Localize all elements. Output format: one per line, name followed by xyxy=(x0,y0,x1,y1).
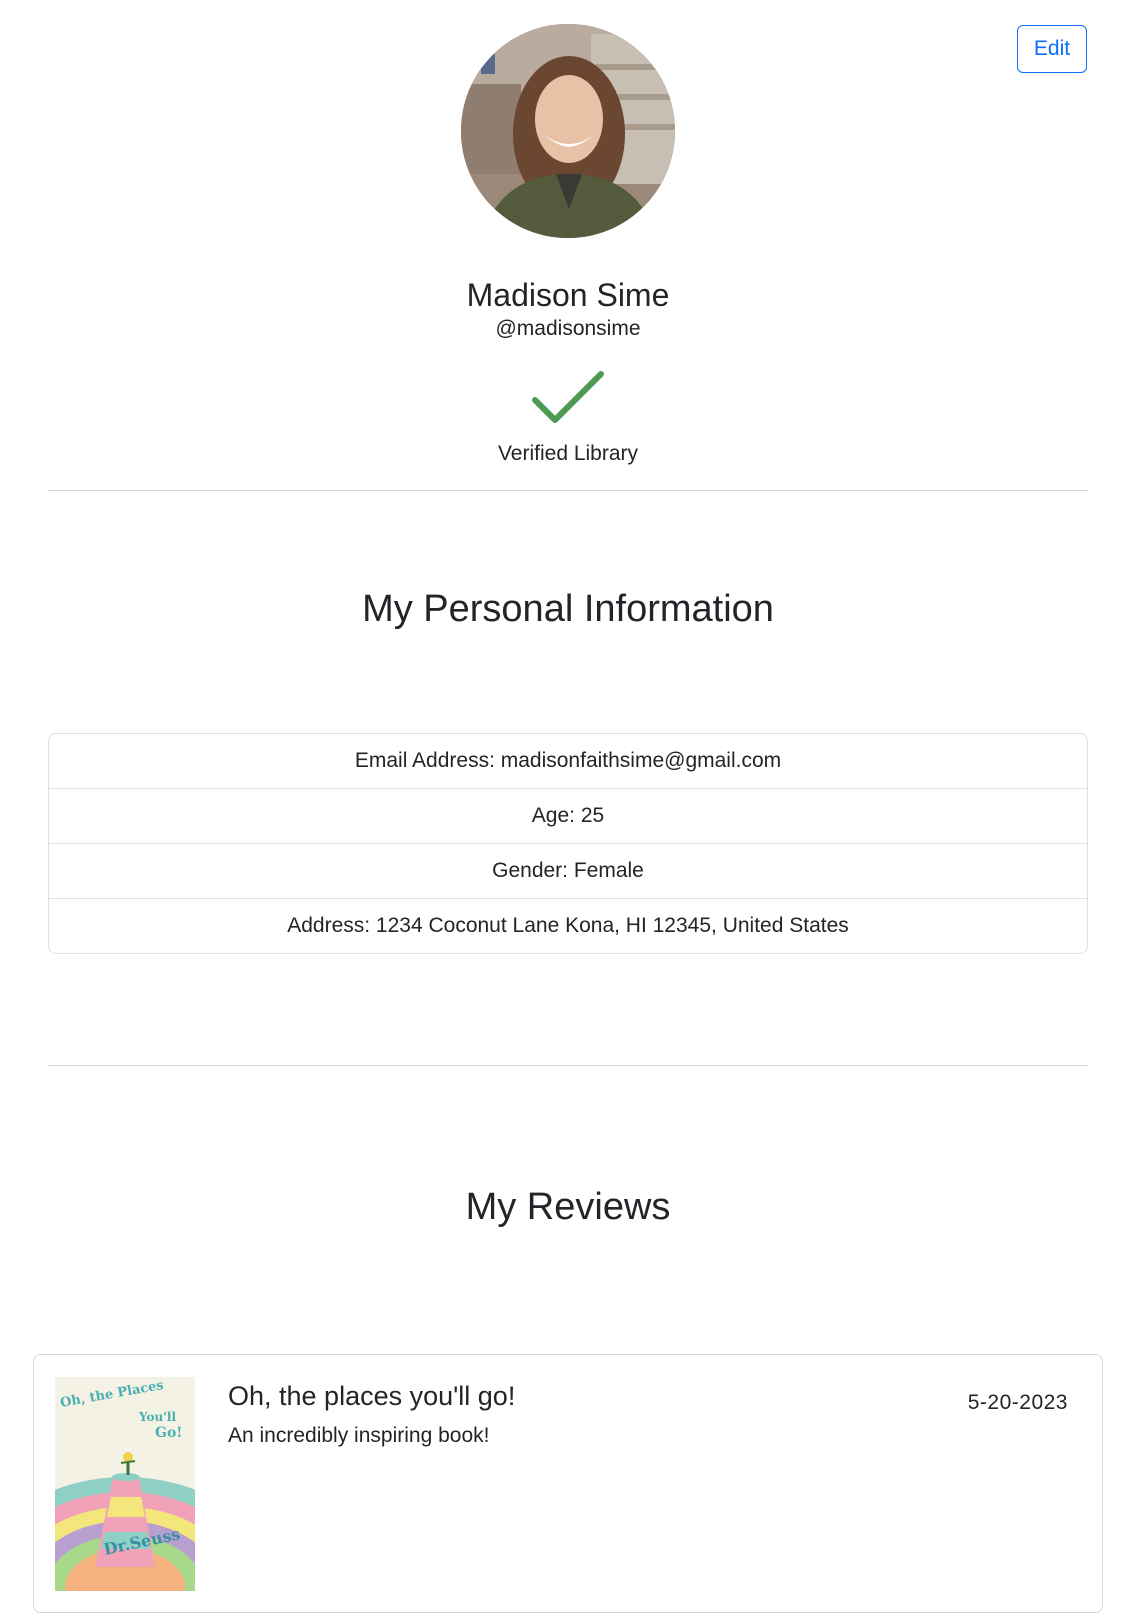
review-body: An incredibly inspiring book! xyxy=(228,1424,490,1447)
profile-name: Madison Sime xyxy=(466,277,670,313)
svg-text:You'll: You'll xyxy=(138,1410,176,1424)
edit-button[interactable]: Edit xyxy=(1017,25,1087,73)
review-date: 5-20-2023 xyxy=(967,1391,1068,1414)
book-cover-image: Oh, the Places You'll Go! Dr.Seuss xyxy=(55,1377,195,1591)
personal-info-heading: My Personal Information xyxy=(362,588,774,630)
personal-info-list: Email Address: madisonfaithsime@gmail.co… xyxy=(48,733,1088,954)
info-gender: Gender: Female xyxy=(49,844,1087,899)
info-address: Address: 1234 Coconut Lane Kona, HI 1234… xyxy=(287,914,849,937)
review-card[interactable]: Oh, the Places You'll Go! Dr.Seuss Oh, t… xyxy=(33,1354,1103,1613)
avatar-photo xyxy=(461,24,675,238)
info-email: Email Address: madisonfaithsime@gmail.co… xyxy=(49,734,1087,789)
checkmark-icon xyxy=(532,371,604,423)
review-title: Oh, the places you'll go! xyxy=(228,1381,516,1411)
reviews-heading: My Reviews xyxy=(465,1186,671,1228)
svg-text:Go!: Go! xyxy=(155,1425,182,1441)
divider xyxy=(48,490,1088,491)
divider xyxy=(48,1065,1088,1066)
info-age: Age: 25 xyxy=(49,789,1087,844)
verified-label: Verified Library xyxy=(497,442,639,465)
profile-handle: @madisonsime xyxy=(495,317,641,340)
avatar xyxy=(461,24,675,238)
